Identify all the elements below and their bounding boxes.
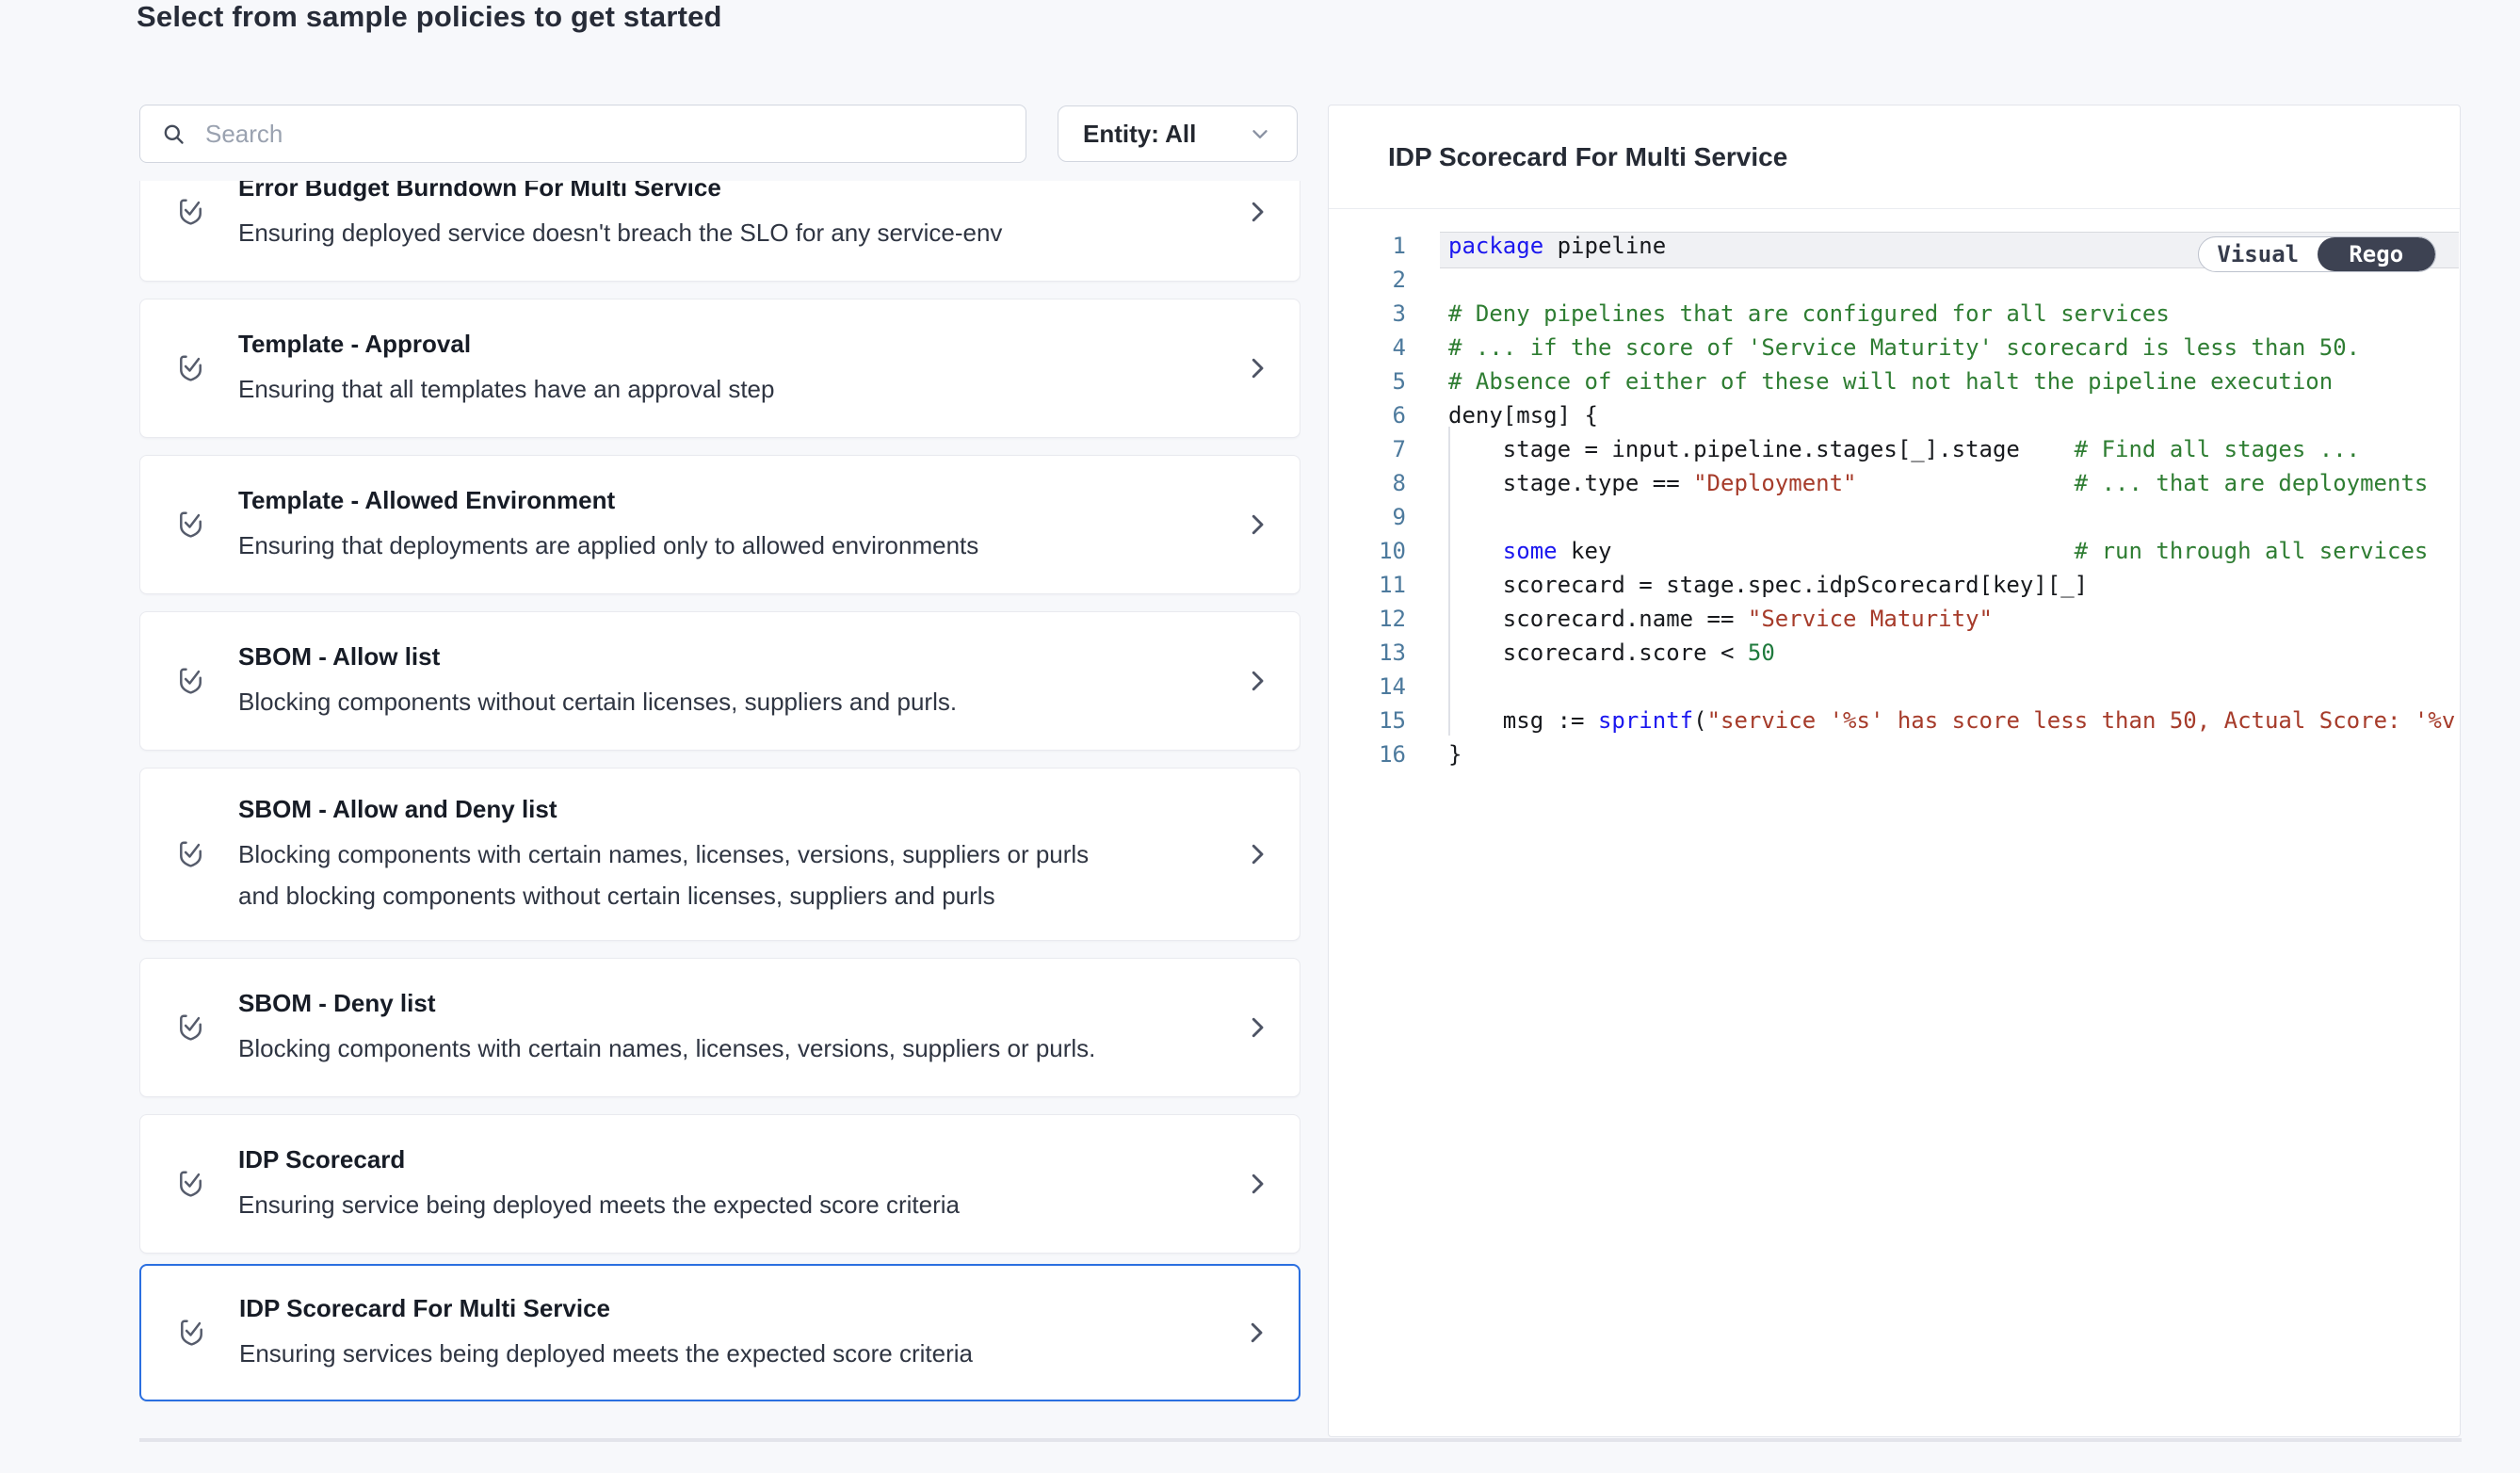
shield-check-icon (174, 193, 207, 231)
chevron-right-icon[interactable] (1243, 1013, 1271, 1042)
code-editor[interactable]: Visual Rego 1package pipeline23# Deny pi… (1329, 209, 2460, 1436)
search-input[interactable]: Search (139, 105, 1026, 163)
policy-detail-panel: IDP Scorecard For Multi Service Visual R… (1328, 105, 2461, 1437)
policy-title: SBOM - Allow and Deny list (238, 792, 1224, 826)
policy-card[interactable]: Template - Approval Ensuring that all tem… (139, 299, 1300, 438)
line-number: 12 (1329, 606, 1406, 632)
policy-title: Error Budget Burndown For Multi Service (238, 181, 1224, 204)
code-lines: 1package pipeline23# Deny pipelines that… (1329, 209, 2460, 771)
shield-check-icon (174, 349, 207, 387)
code-line: 5# Absence of either of these will not h… (1329, 364, 2460, 398)
line-number: 10 (1329, 538, 1406, 564)
code-line: 11 scorecard = stage.spec.idpScorecard[k… (1329, 568, 2460, 602)
code-line: 16} (1329, 737, 2460, 771)
search-icon (161, 121, 186, 147)
chevron-right-icon[interactable] (1242, 1319, 1270, 1347)
policy-title: SBOM - Allow list (238, 639, 1224, 673)
shield-check-icon (174, 1165, 207, 1203)
line-number: 16 (1329, 741, 1406, 768)
chevron-right-icon[interactable] (1243, 667, 1271, 695)
code-line: 9 (1329, 500, 2460, 534)
policy-description: Ensuring services being deployed meets t… (239, 1333, 1106, 1374)
policy-card[interactable]: SBOM - Deny list Blocking components with… (139, 958, 1300, 1097)
code-line: 3# Deny pipelines that are configured fo… (1329, 297, 2460, 331)
policy-card[interactable]: SBOM - Allow and Deny list Blocking compo… (139, 768, 1300, 941)
page-title: Select from sample policies to get start… (137, 0, 722, 36)
policy-title: IDP Scorecard (238, 1142, 1224, 1176)
shield-check-icon (174, 506, 207, 543)
policy-card[interactable]: Template - Allowed Environment Ensuring t… (139, 455, 1300, 594)
detail-panel-title: IDP Scorecard For Multi Service (1388, 142, 1787, 172)
policy-description: Blocking components with certain names, … (238, 834, 1105, 916)
toggle-option-rego[interactable]: Rego (2318, 237, 2436, 271)
code-line: 4# ... if the score of 'Service Maturity… (1329, 331, 2460, 364)
chevron-right-icon[interactable] (1243, 354, 1271, 382)
shield-check-icon (174, 662, 207, 700)
code-line: 14 (1329, 670, 2460, 704)
chevron-right-icon[interactable] (1243, 840, 1271, 868)
toggle-option-visual[interactable]: Visual (2199, 237, 2318, 271)
line-number: 14 (1329, 673, 1406, 700)
policy-title: IDP Scorecard For Multi Service (239, 1291, 1223, 1325)
line-number: 3 (1329, 300, 1406, 327)
shield-check-icon (174, 1009, 207, 1046)
shield-check-icon (175, 1314, 208, 1352)
chevron-right-icon[interactable] (1243, 198, 1271, 226)
policy-title: SBOM - Deny list (238, 986, 1224, 1020)
view-mode-toggle[interactable]: Visual Rego (2198, 236, 2436, 272)
policy-description: Ensuring service being deployed meets th… (238, 1184, 1105, 1225)
policy-card[interactable]: Error Budget Burndown For Multi Service E… (139, 181, 1300, 282)
code-line: 6deny[msg] { (1329, 398, 2460, 432)
policy-description: Blocking components without certain lice… (238, 681, 1105, 722)
code-line: 15 msg := sprintf("service '%s' has scor… (1329, 704, 2460, 737)
policy-title: Template - Approval (238, 327, 1224, 361)
entity-filter-label: Entity: All (1083, 120, 1196, 149)
policy-card[interactable]: SBOM - Allow list Blocking components wit… (139, 611, 1300, 751)
policy-card[interactable]: IDP Scorecard Ensuring service being depl… (139, 1114, 1300, 1254)
entity-filter-dropdown[interactable]: Entity: All (1058, 105, 1298, 162)
policy-card[interactable]: IDP Scorecard For Multi Service Ensuring … (139, 1264, 1300, 1401)
line-number: 2 (1329, 267, 1406, 293)
policy-description: Ensuring that deployments are applied on… (238, 525, 1105, 566)
code-line: 10 some key # run through all services (1329, 534, 2460, 568)
policy-list: Error Budget Burndown For Multi Service E… (139, 181, 1300, 1438)
line-number: 4 (1329, 334, 1406, 361)
policy-title: Template - Allowed Environment (238, 483, 1224, 517)
policy-description: Ensuring that all templates have an appr… (238, 368, 1105, 410)
policy-description: Blocking components with certain names, … (238, 1028, 1105, 1069)
code-line: 13 scorecard.score < 50 (1329, 636, 2460, 670)
chevron-right-icon[interactable] (1243, 1170, 1271, 1198)
line-number: 5 (1329, 368, 1406, 395)
line-number: 7 (1329, 436, 1406, 462)
line-number: 8 (1329, 470, 1406, 496)
code-line: 12 scorecard.name == "Service Maturity" (1329, 602, 2460, 636)
line-number: 13 (1329, 639, 1406, 666)
bottom-separator (139, 1438, 2462, 1442)
code-line: 7 stage = input.pipeline.stages[_].stage… (1329, 432, 2460, 466)
line-number: 6 (1329, 402, 1406, 429)
shield-check-icon (174, 835, 207, 873)
line-number: 1 (1329, 233, 1406, 259)
chevron-down-icon (1248, 121, 1272, 146)
line-number: 9 (1329, 504, 1406, 530)
search-placeholder: Search (205, 120, 283, 149)
detail-header: IDP Scorecard For Multi Service (1329, 105, 2460, 209)
policy-description: Ensuring deployed service doesn't breach… (238, 212, 1105, 253)
code-line: 8 stage.type == "Deployment" # ... that … (1329, 466, 2460, 500)
line-number: 11 (1329, 572, 1406, 598)
chevron-right-icon[interactable] (1243, 510, 1271, 539)
line-number: 15 (1329, 707, 1406, 734)
